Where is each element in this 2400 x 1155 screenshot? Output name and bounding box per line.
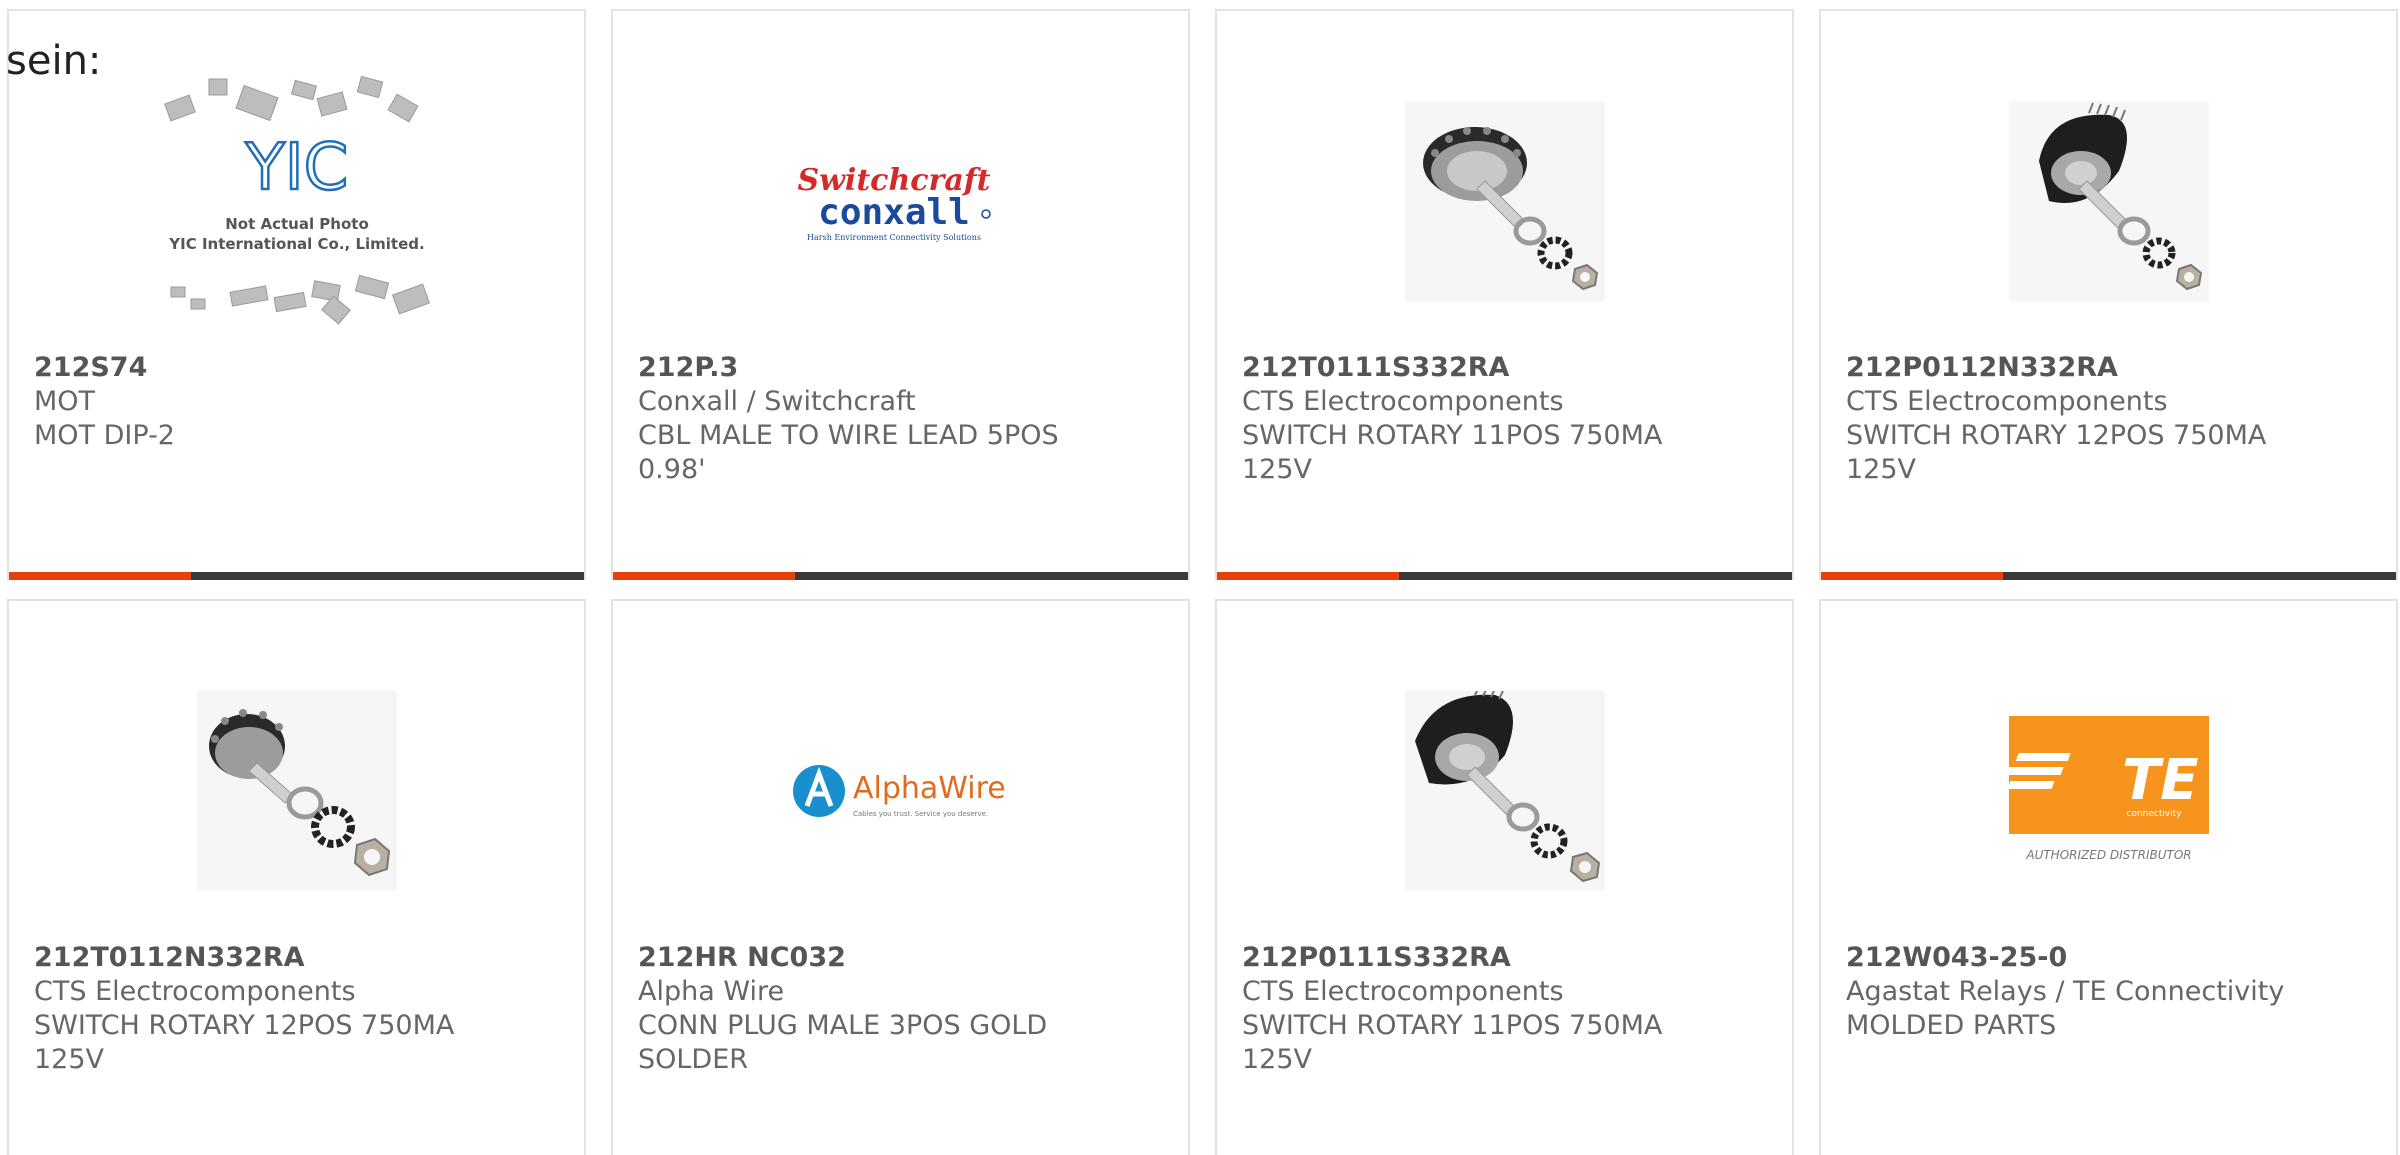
product-grid: YIC Not Actual Photo YIC International C… — [0, 0, 2400, 1155]
manufacturer: CTS Electrocomponents — [34, 976, 356, 1007]
card-accent-bar — [9, 572, 584, 580]
product-card[interactable]: Switchcraft conxall Harsh Environment Co… — [611, 9, 1190, 580]
product-card[interactable]: 212T0111S332RA CTS Electrocomponents SWI… — [1215, 9, 1794, 580]
alphawire-logo-icon: AlphaWire Cables you trust. Service you … — [792, 765, 1006, 818]
manufacturer: MOT — [34, 386, 96, 417]
part-number[interactable]: 212P0112N332RA — [1846, 351, 2371, 385]
product-info: 212W043-25-0 Agastat Relays / TE Connect… — [1846, 941, 2371, 1043]
product-info: 212P0112N332RA CTS Electrocomponents SWI… — [1846, 351, 2371, 487]
svg-text:connectivity: connectivity — [2126, 809, 2182, 819]
product-info: 212T0111S332RA CTS Electrocomponents SWI… — [1242, 351, 1767, 487]
product-card[interactable]: TE connectivity AUTHORIZED DISTRIBUTOR 2… — [1819, 599, 2398, 1155]
accent-segment — [1821, 572, 2003, 580]
product-info: 212P.3 Conxall / Switchcraft CBL MALE TO… — [638, 351, 1163, 487]
svg-text:YIC International Co., Limited: YIC International Co., Limited. — [168, 235, 424, 253]
manufacturer: Alpha Wire — [638, 976, 785, 1007]
te-connectivity-logo-icon: TE connectivity AUTHORIZED DISTRIBUTOR — [2004, 716, 2209, 862]
product-image[interactable]: Switchcraft conxall Harsh Environment Co… — [613, 51, 1188, 351]
description: SWITCH ROTARY 12POS 750MA 125V — [34, 1010, 455, 1075]
product-info: 212HR NC032 Alpha Wire CONN PLUG MALE 3P… — [638, 941, 1163, 1077]
description: MOLDED PARTS — [1846, 1010, 2057, 1041]
product-image[interactable] — [9, 641, 584, 941]
chip-package-icon: YIC Not Actual Photo YIC International C… — [163, 75, 430, 325]
description: SWITCH ROTARY 11POS 750MA 125V — [1242, 420, 1663, 485]
description: CONN PLUG MALE 3POS GOLD SOLDER — [638, 1010, 1048, 1075]
part-number[interactable]: 212W043-25-0 — [1846, 941, 2371, 975]
svg-text:AlphaWire: AlphaWire — [853, 771, 1006, 806]
product-info: 212P0111S332RA CTS Electrocomponents SWI… — [1242, 941, 1767, 1077]
description: SWITCH ROTARY 12POS 750MA 125V — [1846, 420, 2267, 485]
lead-text: sein: — [6, 38, 102, 84]
product-card[interactable]: 212T0112N332RA CTS Electrocomponents SWI… — [7, 599, 586, 1155]
svg-text:TE: TE — [2122, 748, 2198, 813]
svg-text:conxall: conxall — [818, 192, 970, 233]
product-card[interactable]: AlphaWire Cables you trust. Service you … — [611, 599, 1190, 1155]
card-accent-bar — [1821, 572, 2396, 580]
rotary-switch-icon — [2008, 101, 2209, 301]
svg-text:YIC: YIC — [244, 131, 348, 205]
product-card[interactable]: 212P0112N332RA CTS Electrocomponents SWI… — [1819, 9, 2398, 580]
part-number[interactable]: 212S74 — [34, 351, 559, 385]
part-number[interactable]: 212T0112N332RA — [34, 941, 559, 975]
accent-segment — [9, 572, 191, 580]
svg-text:Not Actual Photo: Not Actual Photo — [225, 215, 369, 233]
svg-text:AUTHORIZED DISTRIBUTOR: AUTHORIZED DISTRIBUTOR — [2025, 848, 2191, 862]
description: SWITCH ROTARY 11POS 750MA 125V — [1242, 1010, 1663, 1075]
switchcraft-conxall-logo-icon: Switchcraft conxall Harsh Environment Co… — [797, 163, 991, 242]
manufacturer: Agastat Relays / TE Connectivity — [1846, 976, 2285, 1007]
product-card[interactable]: YIC Not Actual Photo YIC International C… — [7, 9, 586, 580]
product-image[interactable]: YIC Not Actual Photo YIC International C… — [9, 51, 584, 351]
svg-text:Harsh Environment Connectivity: Harsh Environment Connectivity Solutions — [807, 233, 981, 242]
part-number[interactable]: 212HR NC032 — [638, 941, 1163, 975]
card-accent-bar — [613, 572, 1188, 580]
rotary-switch-icon — [1404, 691, 1605, 891]
manufacturer: CTS Electrocomponents — [1846, 386, 2168, 417]
rotary-switch-icon — [196, 691, 397, 891]
product-image[interactable]: AlphaWire Cables you trust. Service you … — [613, 641, 1188, 941]
manufacturer: Conxall / Switchcraft — [638, 386, 916, 417]
product-image[interactable] — [1821, 51, 2396, 351]
manufacturer: CTS Electrocomponents — [1242, 976, 1564, 1007]
manufacturer: CTS Electrocomponents — [1242, 386, 1564, 417]
product-info: 212S74 MOT MOT DIP-2 — [34, 351, 559, 453]
product-image[interactable] — [1217, 51, 1792, 351]
accent-segment — [1217, 572, 1399, 580]
product-card[interactable]: 212P0111S332RA CTS Electrocomponents SWI… — [1215, 599, 1794, 1155]
product-image[interactable]: TE connectivity AUTHORIZED DISTRIBUTOR — [1821, 641, 2396, 941]
description: MOT DIP-2 — [34, 420, 175, 451]
product-info: 212T0112N332RA CTS Electrocomponents SWI… — [34, 941, 559, 1077]
rotary-switch-icon — [1404, 101, 1605, 301]
product-image[interactable] — [1217, 641, 1792, 941]
svg-text:Cables you trust. Service you: Cables you trust. Service you deserve. — [853, 810, 988, 818]
part-number[interactable]: 212T0111S332RA — [1242, 351, 1767, 385]
part-number[interactable]: 212P.3 — [638, 351, 1163, 385]
card-accent-bar — [1217, 572, 1792, 580]
part-number[interactable]: 212P0111S332RA — [1242, 941, 1767, 975]
accent-segment — [613, 572, 795, 580]
description: CBL MALE TO WIRE LEAD 5POS 0.98' — [638, 420, 1059, 485]
